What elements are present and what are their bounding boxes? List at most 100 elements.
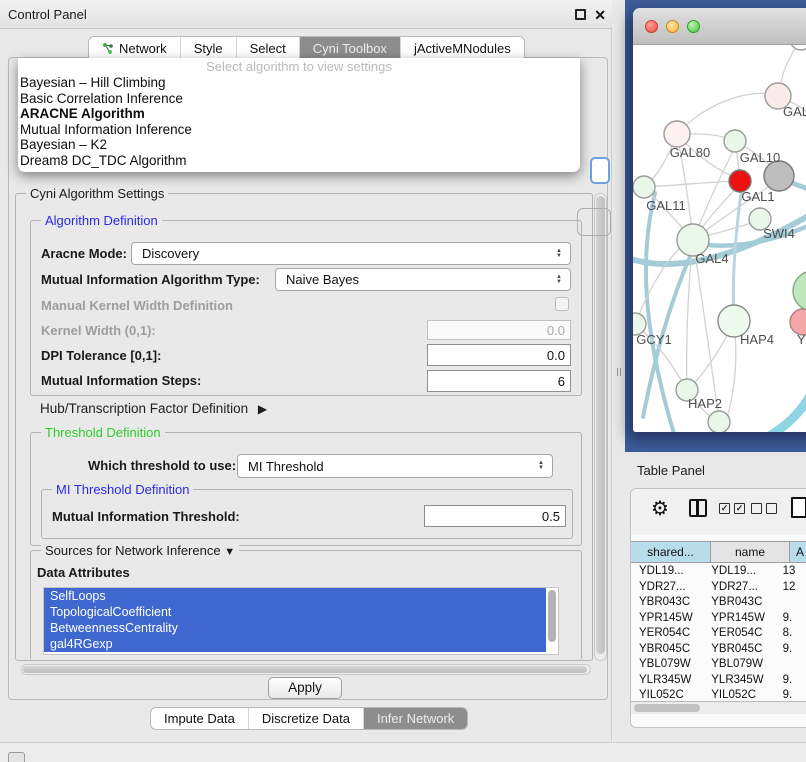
table-cell[interactable]: YLR345W xyxy=(631,673,703,689)
network-node[interactable] xyxy=(764,161,794,191)
algorithm-option[interactable]: Bayesian – K2 xyxy=(18,137,580,153)
network-edge[interactable] xyxy=(771,349,806,432)
mi-steps-field[interactable] xyxy=(427,370,571,392)
export-table-icon[interactable] xyxy=(791,497,806,518)
network-edge[interactable] xyxy=(733,193,741,321)
tab-infer-network[interactable]: Infer Network xyxy=(363,708,467,729)
algorithm-option[interactable]: Mutual Information Inference xyxy=(18,122,580,138)
table-cell[interactable]: YDR27... xyxy=(703,580,774,596)
algorithm-option[interactable]: Bayesian – Hill Climbing xyxy=(18,75,580,91)
attribute-item[interactable]: gal4RGexp xyxy=(44,636,546,652)
table-cell[interactable]: YDL19... xyxy=(703,564,774,580)
window-minimize-icon[interactable] xyxy=(666,20,679,33)
column-header-1[interactable]: shared... xyxy=(631,541,711,563)
network-node-gal11[interactable] xyxy=(633,176,655,198)
table-cell[interactable]: YPR145W xyxy=(703,611,774,627)
tab-style[interactable]: Style xyxy=(180,37,236,59)
dpi-tolerance-field[interactable] xyxy=(427,344,571,366)
table-cell[interactable]: YBR043C xyxy=(703,595,774,611)
table-cell[interactable]: YLR345W xyxy=(703,673,774,689)
tab-jactivemnodules[interactable]: jActiveMNodules xyxy=(400,37,524,59)
columns-icon[interactable] xyxy=(689,499,707,517)
aracne-mode-select[interactable]: Discovery ▲▼ xyxy=(131,242,571,265)
column-header-2[interactable]: name xyxy=(711,541,790,563)
table-row[interactable]: YDL19...YDL19...13 xyxy=(631,564,806,580)
table-row[interactable]: YDR27...YDR27...12 xyxy=(631,580,806,596)
table-cell[interactable]: YER054C xyxy=(631,626,703,642)
window-close-icon[interactable] xyxy=(645,20,658,33)
table-cell[interactable]: 9. xyxy=(775,673,806,689)
mi-threshold-field[interactable] xyxy=(424,505,566,527)
mi-steps-label: Mutual Information Steps: xyxy=(41,373,201,388)
table-cell[interactable] xyxy=(775,595,806,611)
mi-threshold-label: Mutual Information Threshold: xyxy=(52,509,240,524)
mi-type-select[interactable]: Naive Bayes ▲▼ xyxy=(275,268,571,291)
table-cell[interactable]: YDL19... xyxy=(631,564,703,580)
gear-icon[interactable]: ⚙ xyxy=(651,496,669,521)
apply-button[interactable]: Apply xyxy=(268,677,342,699)
settings-hscrollbar[interactable] xyxy=(21,664,591,675)
hub-definition-toggle[interactable]: Hub/Transcription Factor Definition ▶ xyxy=(40,401,267,416)
table-cell[interactable]: YBR045C xyxy=(631,642,703,658)
network-edge[interactable] xyxy=(635,241,690,324)
table-cell[interactable]: YDR27... xyxy=(631,580,703,596)
network-node[interactable] xyxy=(790,45,806,50)
network-edge[interactable] xyxy=(644,181,737,187)
deselect-all-columns-icon[interactable] xyxy=(751,503,777,514)
column-header-3[interactable]: A xyxy=(790,541,806,563)
table-cell[interactable]: 9. xyxy=(775,611,806,627)
table-cell[interactable]: YPR145W xyxy=(631,611,703,627)
window-zoom-icon[interactable] xyxy=(687,20,700,33)
table-cell[interactable]: YBR043C xyxy=(631,595,703,611)
table-cell[interactable]: YBL079W xyxy=(703,657,774,673)
table-row[interactable]: YER054CYER054C8. xyxy=(631,626,806,642)
table-row[interactable]: YLR345WYLR345W9. xyxy=(631,673,806,689)
tab-select[interactable]: Select xyxy=(236,37,299,59)
table-cell[interactable] xyxy=(775,657,806,673)
tab-network[interactable]: Network xyxy=(89,37,180,59)
table-cell[interactable]: 9. xyxy=(775,642,806,658)
tab-label: Style xyxy=(194,38,223,59)
table-cell[interactable]: YER054C xyxy=(703,626,774,642)
tab-impute-data[interactable]: Impute Data xyxy=(151,708,248,729)
algorithm-option[interactable]: Basic Correlation Inference xyxy=(18,91,580,107)
kernel-width-field[interactable] xyxy=(427,320,571,340)
focused-combo-fragment xyxy=(590,157,610,184)
attribute-item[interactable]: BetweennessCentrality xyxy=(44,620,546,636)
table-row[interactable]: YPR145WYPR145W9. xyxy=(631,611,806,627)
expanded-arrow-icon: ▼ xyxy=(224,546,235,558)
table-row[interactable]: YBL079WYBL079W xyxy=(631,657,806,673)
data-attributes-list[interactable]: SelfLoopsTopologicalCoefficientBetweenne… xyxy=(43,587,559,655)
float-window-icon[interactable] xyxy=(575,9,586,20)
tab-cyni-toolbox[interactable]: Cyni Toolbox xyxy=(299,37,400,59)
table-row[interactable]: YBR045CYBR045C9. xyxy=(631,642,806,658)
table-cell[interactable]: 13 xyxy=(775,564,806,580)
mini-grip-button[interactable] xyxy=(8,752,25,762)
tab-discretize-data[interactable]: Discretize Data xyxy=(248,708,363,729)
which-threshold-select[interactable]: MI Threshold ▲▼ xyxy=(237,454,553,478)
algorithm-option[interactable]: ARACNE Algorithm xyxy=(18,106,580,122)
manual-kernel-checkbox[interactable] xyxy=(555,297,569,311)
close-icon[interactable]: ✕ xyxy=(594,5,606,25)
settings-vscrollbar[interactable] xyxy=(594,193,607,661)
network-canvas[interactable]: GALGAL80GAL10GAL1GAL11SWI4GAL4GCY1HAP4YH… xyxy=(633,45,806,432)
splitter-handle-icon[interactable] xyxy=(617,368,621,376)
network-node-gal80[interactable] xyxy=(664,121,690,147)
network-edge[interactable] xyxy=(677,93,779,134)
network-window-titlebar[interactable] xyxy=(633,8,806,45)
table-cell[interactable]: 8. xyxy=(775,626,806,642)
algorithm-option[interactable]: Dream8 DC_TDC Algorithm xyxy=(18,153,580,169)
sources-title[interactable]: Sources for Network Inference ▼ xyxy=(41,543,239,558)
network-node[interactable] xyxy=(708,411,730,432)
table-cell[interactable]: 12 xyxy=(775,580,806,596)
table-hscrollbar[interactable] xyxy=(631,701,806,714)
list-scrollbar[interactable] xyxy=(548,590,556,642)
table-row[interactable]: YBR043CYBR043C xyxy=(631,595,806,611)
network-node[interactable] xyxy=(793,271,806,311)
table-cell[interactable]: YBR045C xyxy=(703,642,774,658)
select-all-columns-icon[interactable]: ✓✓ xyxy=(719,503,745,514)
attribute-item[interactable]: TopologicalCoefficient xyxy=(44,604,546,620)
network-node-gal10[interactable] xyxy=(724,130,746,152)
table-cell[interactable]: YBL079W xyxy=(631,657,703,673)
attribute-item[interactable]: SelfLoops xyxy=(44,588,546,604)
